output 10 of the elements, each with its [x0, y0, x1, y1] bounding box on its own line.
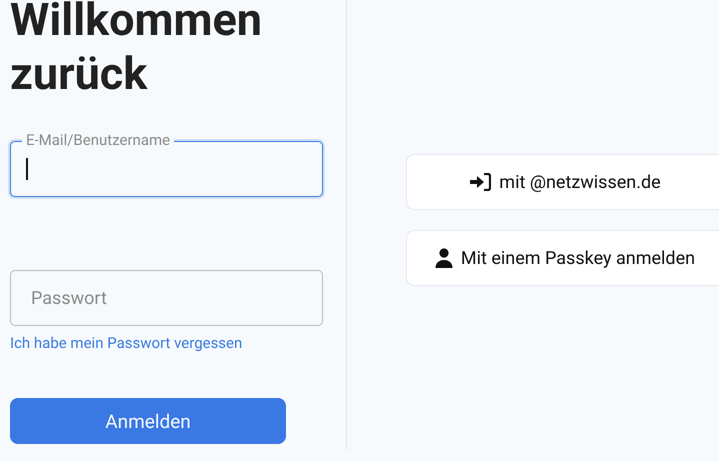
- login-button[interactable]: Anmelden: [10, 398, 286, 444]
- page-heading: Willkommen zurück: [10, 0, 264, 101]
- text-cursor: [26, 158, 28, 180]
- password-field[interactable]: Passwort: [10, 270, 323, 326]
- passkey-login-button[interactable]: Mit einem Passkey anmelden: [406, 230, 719, 286]
- sign-in-icon: [469, 173, 492, 191]
- person-icon: [434, 248, 453, 268]
- forgot-password-link[interactable]: Ich habe mein Passwort vergessen: [10, 334, 242, 352]
- domain-login-button[interactable]: mit @netzwissen.de: [406, 154, 719, 210]
- field-label: E-Mail/Benutzername: [22, 131, 174, 149]
